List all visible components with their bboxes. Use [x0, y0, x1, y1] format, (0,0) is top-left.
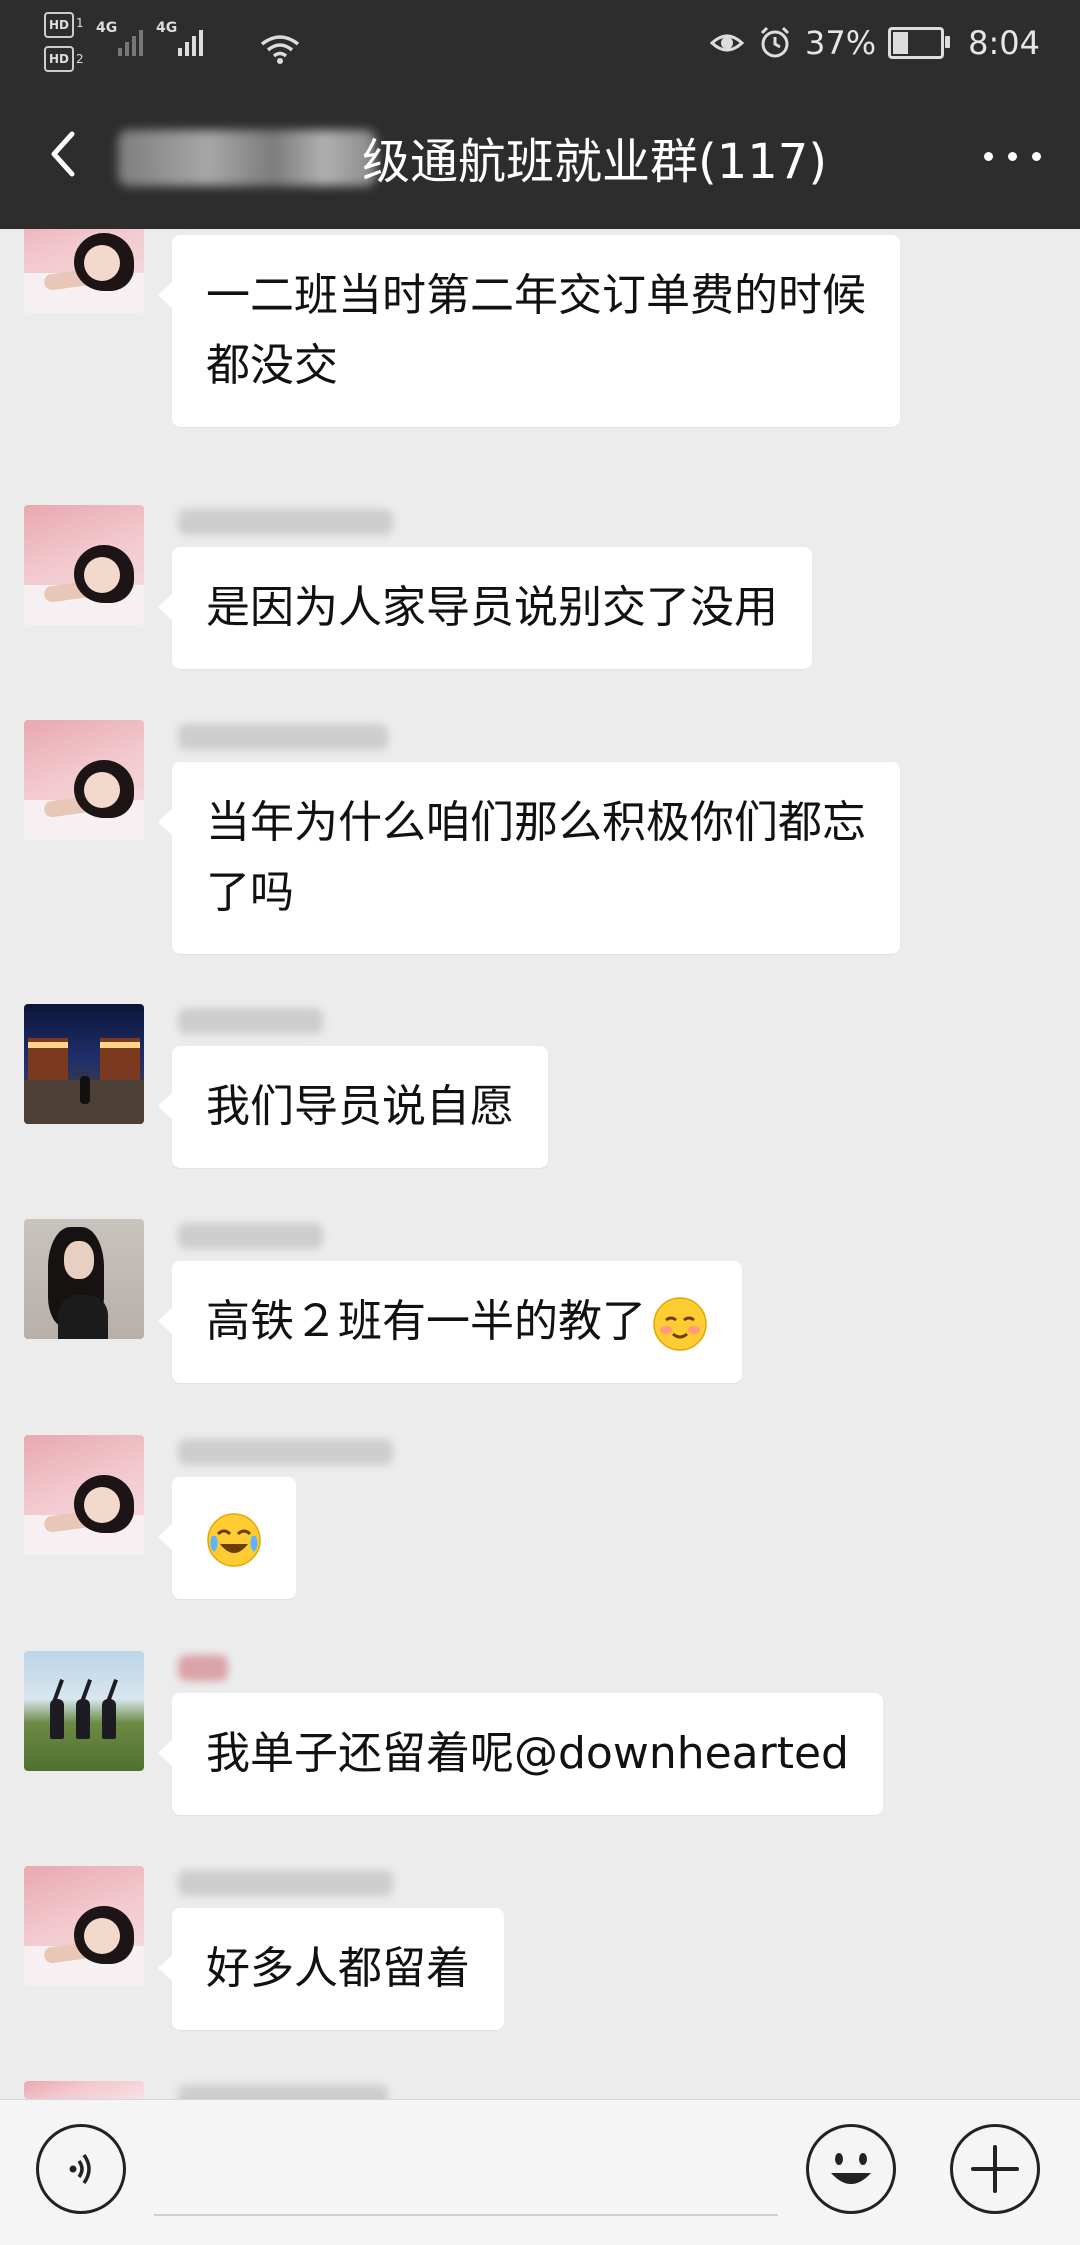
top-bar: HD 1 HD 2 4G 4G 37% 8:04 级通航班就业群(117)	[0, 0, 1080, 229]
sender-name-redacted	[178, 1439, 393, 1465]
sender-name-redacted	[178, 724, 388, 750]
sender-name-redacted	[178, 2085, 388, 2099]
sender-name-redacted	[178, 1008, 323, 1034]
status-right: 37% 8:04	[709, 18, 1040, 68]
hd-badge: HD	[44, 12, 74, 38]
dot-icon	[984, 152, 993, 161]
message-text: 高铁２班有一半的教了	[206, 1296, 646, 1347]
emoji-icon	[831, 2153, 871, 2184]
sim-number: 2	[76, 52, 84, 66]
clock-time: 8:04	[968, 24, 1040, 62]
alarm-icon	[760, 26, 790, 58]
battery-icon	[888, 27, 951, 59]
message-bubble[interactable]: 我单子还留着呢@downhearted	[158, 1693, 883, 1815]
back-arrow-icon[interactable]	[36, 124, 96, 184]
sender-name-redacted	[178, 509, 393, 535]
message-bubble[interactable]: 当年为什么咱们那么积极你们都忘 了吗	[158, 762, 900, 954]
hd-badge: HD	[44, 46, 74, 72]
girl-pink-avatar[interactable]	[24, 1435, 144, 1555]
signal-bars-icon	[118, 26, 143, 56]
message-bubble[interactable]: 我们导员说自愿	[158, 1046, 548, 1168]
girl-pink-avatar[interactable]	[24, 1866, 144, 1986]
chat-title: 级通航班就业群(117)	[362, 134, 828, 190]
girl-pink-avatar[interactable]	[24, 505, 144, 625]
signal-bars-icon	[178, 26, 203, 56]
network-type-label: 4G	[96, 20, 118, 36]
network-type-label: 4G	[156, 20, 178, 36]
title-bar: 级通航班就业群(117)	[0, 100, 1080, 218]
more-options-button[interactable]	[978, 130, 1048, 180]
message-bubble[interactable]: 一二班当时第二年交订单费的时候 都没交	[158, 235, 900, 427]
message-text-input[interactable]	[154, 2126, 778, 2216]
girl-pink-avatar[interactable]	[24, 720, 144, 840]
smiling-blush-emoji	[653, 1297, 707, 1351]
night-scene-avatar[interactable]	[24, 1004, 144, 1124]
chat-message-list[interactable]: 一二班当时第二年交订单费的时候 都没交 是因为人家导员说别交了没用 当年为什么咱…	[0, 229, 1080, 2099]
dot-icon	[1032, 152, 1041, 161]
sim-number: 1	[76, 16, 84, 30]
plus-icon	[971, 2145, 1019, 2193]
message-bubble[interactable]: 好多人都留着	[158, 1908, 504, 2030]
message-input-bar	[0, 2099, 1080, 2245]
voice-button[interactable]	[36, 2124, 126, 2214]
status-bar: HD 1 HD 2 4G 4G 37% 8:04	[0, 0, 1080, 88]
dot-icon	[1008, 152, 1017, 161]
emoji-button[interactable]	[806, 2124, 896, 2214]
sender-name-redacted	[178, 1870, 393, 1896]
redacted-title-part	[118, 130, 376, 186]
battery-percent: 37%	[805, 24, 877, 62]
sender-name-redacted	[178, 1223, 323, 1249]
dark-hair-girl-avatar[interactable]	[24, 1219, 144, 1339]
eye-comfort-icon	[709, 34, 745, 52]
field-group-avatar[interactable]	[24, 1651, 144, 1771]
wifi-icon	[260, 35, 300, 64]
girl-pink-avatar[interactable]	[24, 229, 144, 313]
sender-name-redacted	[178, 1655, 228, 1681]
girl-pink-avatar[interactable]	[24, 2081, 144, 2099]
plus-button[interactable]	[950, 2124, 1040, 2214]
voice-icon	[69, 2153, 91, 2185]
crying-laughing-emoji	[207, 1513, 261, 1567]
message-bubble[interactable]: 高铁２班有一半的教了	[158, 1261, 742, 1383]
message-bubble[interactable]	[158, 1477, 296, 1599]
message-bubble[interactable]: 是因为人家导员说别交了没用	[158, 547, 812, 669]
